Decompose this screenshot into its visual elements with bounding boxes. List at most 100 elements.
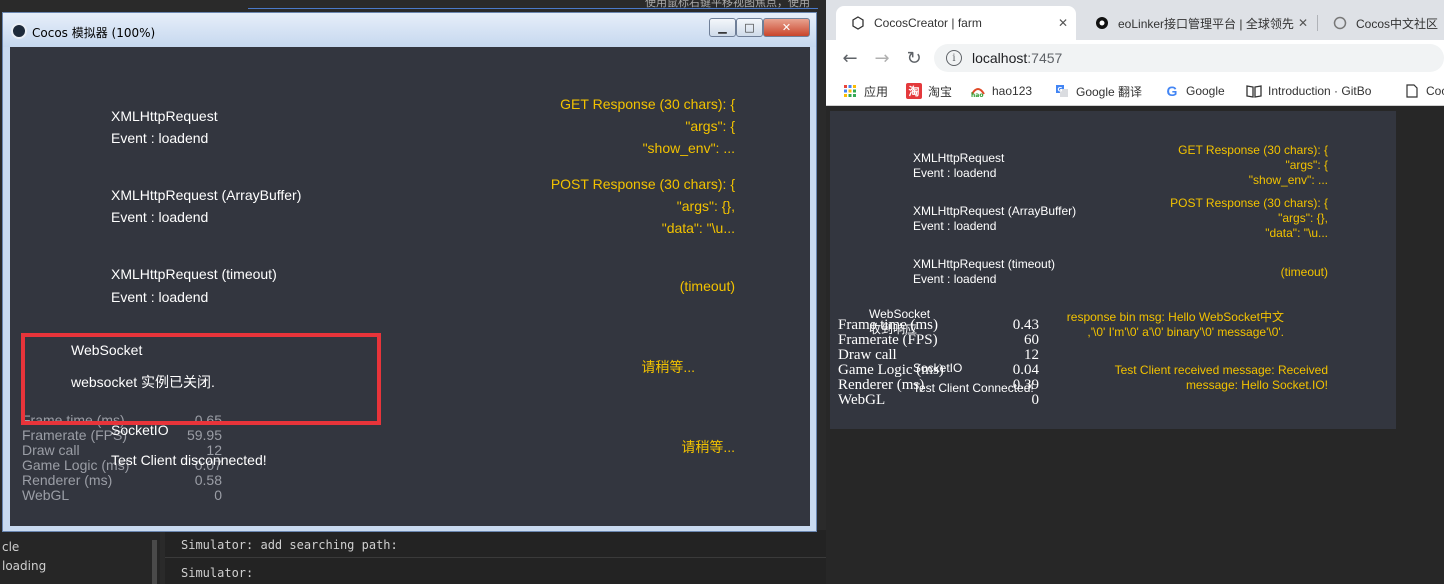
stat-name: WebGL bbox=[838, 392, 886, 408]
svg-text:hao: hao bbox=[971, 92, 983, 98]
bookmarks-bar: 应用 淘 淘宝 hao hao123 G Google 翻译 G Google … bbox=[826, 76, 1444, 106]
response-line: "data": "\u... bbox=[1265, 226, 1328, 240]
bookmark-taobao[interactable]: 淘 淘宝 bbox=[906, 82, 952, 100]
stat-value: 0.43 bbox=[1012, 317, 1039, 333]
taobao-icon: 淘 bbox=[906, 83, 922, 99]
stat-row: Frame time (ms) 0.43 bbox=[838, 318, 1039, 333]
bookmark-cocos[interactable]: Coc bbox=[1404, 82, 1444, 100]
google-icon: G bbox=[1166, 83, 1178, 99]
console-line: Simulator: add searching path: bbox=[181, 538, 398, 552]
request-event: Test Client disconnected! bbox=[111, 452, 267, 468]
url-text: localhost:7457 bbox=[972, 50, 1062, 66]
bookmark-label: 应用 bbox=[864, 84, 889, 99]
stat-value: 59.95 bbox=[186, 427, 222, 443]
annotation-highlight-box bbox=[21, 333, 381, 425]
request-title: SocketIO bbox=[913, 361, 963, 375]
asset-item[interactable]: loading bbox=[2, 559, 46, 573]
request-event: Event : loadend bbox=[913, 272, 997, 286]
simulator-window: Cocos 模拟器 (100%) ▁ □ ✕ XMLHttpRequest Ev… bbox=[2, 12, 817, 532]
bookmark-hao123[interactable]: hao hao123 bbox=[970, 82, 1032, 100]
stat-value: 60 bbox=[1024, 332, 1039, 348]
response-line: "data": "\u... bbox=[661, 220, 735, 236]
response-line: Test Client received message: Received bbox=[1114, 363, 1328, 377]
response-line: 请稍等... bbox=[681, 439, 735, 455]
response-line: POST Response (30 chars): { bbox=[1170, 196, 1328, 210]
address-bar[interactable]: i localhost:7457 bbox=[934, 44, 1444, 72]
bookmark-label: Google 翻译 bbox=[1076, 84, 1143, 99]
browser-toolbar: ← → ↻ i localhost:7457 bbox=[826, 40, 1444, 76]
request-title: XMLHttpRequest (ArrayBuffer) bbox=[913, 204, 1077, 218]
back-arrow-icon[interactable]: ← bbox=[840, 48, 860, 69]
book-icon bbox=[1246, 83, 1262, 99]
stat-value: 0 bbox=[214, 487, 222, 503]
simulator-titlebar[interactable]: Cocos 模拟器 (100%) ▁ □ ✕ bbox=[3, 13, 816, 47]
response-line: "args": {}, bbox=[1278, 211, 1328, 225]
bookmark-label: Introduction · GitBo bbox=[1268, 84, 1372, 98]
editor-console: Simulator: add searching path: Simulator… bbox=[165, 530, 826, 584]
simulator-title: Cocos 模拟器 (100%) bbox=[32, 26, 156, 40]
tab-cocoscreator[interactable]: CocosCreator | farm ✕ bbox=[836, 6, 1076, 40]
request-title: XMLHttpRequest (timeout) bbox=[111, 266, 277, 282]
request-event: Event : loadend bbox=[913, 166, 997, 180]
bookmark-google[interactable]: G Google bbox=[1164, 82, 1225, 100]
tab-close-icon[interactable]: ✕ bbox=[1058, 16, 1068, 30]
forward-arrow-icon[interactable]: → bbox=[872, 48, 892, 69]
response-line: (timeout) bbox=[1280, 265, 1328, 279]
tab-title: CocosCreator | farm bbox=[874, 16, 982, 30]
reload-icon[interactable]: ↻ bbox=[904, 48, 924, 69]
stat-name: Draw call bbox=[22, 442, 80, 458]
game-canvas[interactable]: XMLHttpRequest Event : loadend GET Respo… bbox=[830, 111, 1396, 429]
tab-title: eoLinker接口管理平台 | 全球领先 bbox=[1118, 16, 1294, 31]
response-line: "show_env": ... bbox=[1248, 173, 1328, 187]
stat-value: 0.04 bbox=[1012, 362, 1039, 378]
response-line: 请稍等... bbox=[641, 359, 695, 375]
stat-name: WebGL bbox=[22, 487, 70, 503]
maximize-button[interactable]: □ bbox=[736, 18, 763, 37]
simulator-canvas[interactable]: XMLHttpRequest Event : loadend GET Respo… bbox=[10, 47, 810, 526]
tab-eolinker[interactable]: eoLinker接口管理平台 | 全球领先 ✕ bbox=[1080, 6, 1316, 40]
response-line: message: Hello Socket.IO! bbox=[1185, 378, 1328, 392]
tab-close-icon[interactable]: ✕ bbox=[1298, 16, 1308, 30]
panel-scrollbar[interactable] bbox=[152, 540, 157, 584]
close-button[interactable]: ✕ bbox=[763, 18, 810, 37]
url-port: :7457 bbox=[1027, 50, 1063, 66]
hao123-icon: hao bbox=[970, 83, 986, 99]
bookmark-label: 淘宝 bbox=[928, 84, 953, 99]
console-line: Simulator: bbox=[181, 566, 254, 580]
response-line: "args": {}, bbox=[676, 198, 735, 214]
asset-item[interactable]: cle bbox=[2, 540, 19, 554]
bookmark-apps[interactable]: 应用 bbox=[842, 82, 888, 100]
url-host: localhost bbox=[972, 50, 1028, 66]
request-event: Event : loadend bbox=[111, 130, 209, 146]
bookmark-label: Google bbox=[1186, 84, 1225, 98]
browser-window: CocosCreator | farm ✕ eoLinker接口管理平台 | 全… bbox=[826, 0, 1444, 584]
bookmark-google-translate[interactable]: G Google 翻译 bbox=[1054, 82, 1142, 100]
request-event: Event : loadend bbox=[913, 219, 997, 233]
response-line: GET Response (30 chars): { bbox=[560, 96, 735, 112]
request-event: Test Client Connected! bbox=[913, 381, 1034, 395]
response-line: ,'\0' I'm'\0' a'\0' binary'\0' message'\… bbox=[1087, 325, 1284, 339]
console-divider bbox=[165, 557, 826, 558]
stat-name: Draw call bbox=[838, 347, 897, 363]
minimize-button[interactable]: ▁ bbox=[709, 18, 736, 37]
tab-title: Cocos中文社区 bbox=[1356, 16, 1439, 31]
stat-row: Renderer (ms) 0.58 bbox=[22, 473, 222, 488]
bookmark-gitbook[interactable]: Introduction · GitBo bbox=[1246, 82, 1371, 100]
stat-name: Frame time (ms) bbox=[838, 317, 938, 333]
apps-grid-icon bbox=[842, 83, 858, 99]
doc-icon bbox=[1404, 83, 1420, 99]
response-line: "args": { bbox=[1285, 158, 1328, 172]
request-title: XMLHttpRequest (ArrayBuffer) bbox=[111, 187, 302, 203]
bookmark-label: hao123 bbox=[992, 84, 1033, 98]
stat-name: Renderer (ms) bbox=[838, 377, 925, 393]
chat-bubble-icon bbox=[1332, 15, 1348, 31]
response-line: POST Response (30 chars): { bbox=[550, 176, 735, 192]
info-icon[interactable]: i bbox=[946, 50, 962, 66]
response-line: "show_env": ... bbox=[642, 140, 735, 156]
stat-row: WebGL 0 bbox=[22, 488, 222, 503]
eolinker-icon bbox=[1094, 15, 1110, 31]
cocos-icon bbox=[850, 15, 866, 31]
stat-name: Renderer (ms) bbox=[22, 472, 113, 488]
tab-cocos-community[interactable]: Cocos中文社区 bbox=[1318, 6, 1444, 40]
response-line: "args": { bbox=[685, 118, 735, 134]
